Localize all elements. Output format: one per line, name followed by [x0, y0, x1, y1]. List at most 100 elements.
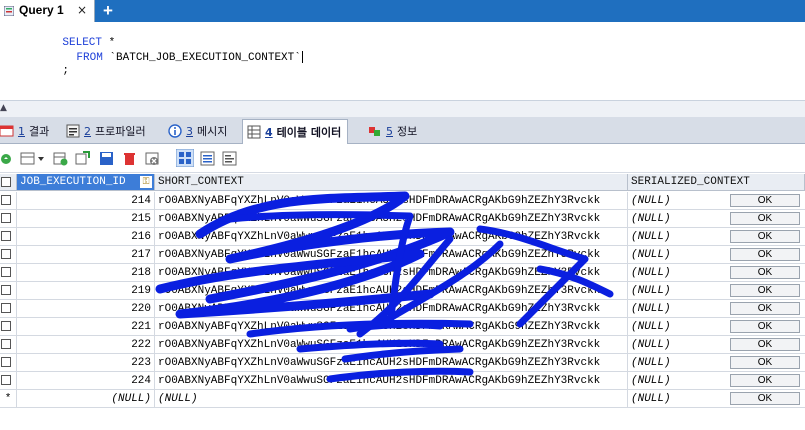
ok-button[interactable]: OK: [730, 266, 800, 279]
tab-query-1[interactable]: Query 1 ×: [0, 0, 95, 22]
close-tab-icon[interactable]: ×: [77, 3, 87, 17]
cell-serialized-context[interactable]: (NULL): [628, 354, 728, 372]
refresh-icon[interactable]: [0, 151, 15, 166]
row-checkbox-cell[interactable]: [0, 300, 17, 318]
duplicate-row-icon[interactable]: [75, 151, 90, 166]
cell-job-execution-id[interactable]: 222: [17, 336, 155, 354]
insert-row-icon[interactable]: [53, 151, 68, 166]
header-checkbox[interactable]: [1, 177, 11, 187]
ok-button[interactable]: OK: [730, 338, 800, 351]
cell-short-context[interactable]: rO0ABXNyABFqYXZhLnV0aWwuSGFzaE1hcAUH2sHD…: [155, 228, 628, 246]
cell-job-execution-id[interactable]: 215: [17, 210, 155, 228]
row-checkbox[interactable]: [1, 339, 11, 349]
cell-job-execution-id[interactable]: (NULL): [17, 390, 155, 408]
cell-short-context[interactable]: rO0ABXNyABFqYXZhLnV0aWwuSGFzaE1hcAUH2sHD…: [155, 264, 628, 282]
cell-short-context[interactable]: rO0ABXNyABFqYXZhLnV0aWwuSGFzaE1hcAUH2sHD…: [155, 192, 628, 210]
cell-short-context[interactable]: (NULL): [155, 390, 628, 408]
row-checkbox[interactable]: [1, 195, 11, 205]
cell-serialized-context[interactable]: (NULL): [628, 246, 728, 264]
row-checkbox[interactable]: [1, 357, 11, 367]
save-icon[interactable]: [99, 151, 114, 166]
tab-info[interactable]: 5 정보: [368, 120, 417, 142]
cell-serialized-context[interactable]: (NULL): [628, 318, 728, 336]
cell-short-context[interactable]: rO0ABXNyABFqYXZhLnV0aWwuSGFzaE1hcAUH2sHD…: [155, 336, 628, 354]
cell-serialized-context[interactable]: (NULL): [628, 300, 728, 318]
row-checkbox-cell[interactable]: [0, 318, 17, 336]
ok-button[interactable]: OK: [730, 320, 800, 333]
table-row[interactable]: 216 rO0ABXNyABFqYXZhLnV0aWwuSGFzaE1hcAUH2…: [0, 228, 805, 246]
table-row[interactable]: 223 rO0ABXNyABFqYXZhLnV0aWwuSGFzaE1hcAUH2…: [0, 354, 805, 372]
cell-job-execution-id[interactable]: 214: [17, 192, 155, 210]
row-checkbox[interactable]: [1, 303, 11, 313]
column-header-job-execution-id[interactable]: JOB_EXECUTION_ID ⚿: [17, 174, 155, 191]
cell-job-execution-id[interactable]: 218: [17, 264, 155, 282]
row-checkbox[interactable]: [1, 267, 11, 277]
table-row[interactable]: 217 rO0ABXNyABFqYXZhLnV0aWwuSGFzaE1hcAUH2…: [0, 246, 805, 264]
table-row[interactable]: 214 rO0ABXNyABFqYXZhLnV0aWwuSGFzaE1hcAUH2…: [0, 192, 805, 210]
ok-button[interactable]: OK: [730, 230, 800, 243]
row-checkbox-cell[interactable]: [0, 282, 17, 300]
tab-profiler[interactable]: 2 프로파일러: [66, 120, 146, 142]
sql-editor[interactable]: SELECT * FROM `BATCH_JOB_EXECUTION_CONTE…: [0, 22, 805, 100]
row-checkbox-cell[interactable]: [0, 264, 17, 282]
ok-button[interactable]: OK: [730, 212, 800, 225]
cell-serialized-context[interactable]: (NULL): [628, 390, 728, 408]
column-header-short-context[interactable]: SHORT_CONTEXT: [155, 174, 628, 191]
row-checkbox[interactable]: [1, 213, 11, 223]
row-checkbox[interactable]: [1, 375, 11, 385]
new-row[interactable]: * (NULL) (NULL) (NULL) OK: [0, 390, 805, 408]
cell-serialized-context[interactable]: (NULL): [628, 336, 728, 354]
add-query-tab-button[interactable]: +: [103, 1, 113, 21]
cell-short-context[interactable]: rO0ABXNyABFqYXZhLnV0aWwuSGFzaE1hcAUH2sHD…: [155, 318, 628, 336]
filter-dropdown-icon[interactable]: [20, 151, 46, 166]
cell-job-execution-id[interactable]: 224: [17, 372, 155, 390]
cell-short-context[interactable]: rO0ABXNyABFqYXZhLnV0aWwuSGFzaE1hcAUH2sHD…: [155, 246, 628, 264]
select-all-checkbox[interactable]: [0, 174, 17, 191]
cell-job-execution-id[interactable]: 217: [17, 246, 155, 264]
row-checkbox-cell[interactable]: [0, 354, 17, 372]
cell-short-context[interactable]: rO0ABXNyABFqYXZhLnV0aWwuSGFzaE1hcAUH2sHD…: [155, 372, 628, 390]
delete-icon[interactable]: [122, 151, 137, 166]
row-checkbox-cell[interactable]: [0, 192, 17, 210]
text-view-icon[interactable]: [222, 151, 237, 166]
row-checkbox[interactable]: [1, 249, 11, 259]
cell-job-execution-id[interactable]: 220: [17, 300, 155, 318]
cell-short-context[interactable]: rO0ABXNyABFqYXZhLnV0aWwuSGFzaE1hcAUH2sHD…: [155, 300, 628, 318]
row-checkbox[interactable]: [1, 285, 11, 295]
cell-job-execution-id[interactable]: 223: [17, 354, 155, 372]
grid-view-icon[interactable]: [176, 149, 194, 167]
cell-short-context[interactable]: rO0ABXNyABFqYXZhLnV0aWwuSGFzaE1hcAUH2sHD…: [155, 354, 628, 372]
row-checkbox-cell[interactable]: [0, 228, 17, 246]
cell-serialized-context[interactable]: (NULL): [628, 264, 728, 282]
collapse-arrow-icon[interactable]: ▲: [0, 103, 7, 113]
cancel-icon[interactable]: [145, 151, 160, 166]
ok-button[interactable]: OK: [730, 374, 800, 387]
table-row[interactable]: 222 rO0ABXNyABFqYXZhLnV0aWwuSGFzaE1hcAUH2…: [0, 336, 805, 354]
ok-button[interactable]: OK: [730, 194, 800, 207]
cell-short-context[interactable]: rO0ABXNyABFqYXZhLnV0aWwuSGFzaE1hcAUH2sHD…: [155, 210, 628, 228]
table-row[interactable]: 218 rO0ABXNyABFqYXZhLnV0aWwuSGFzaE1hcAUH2…: [0, 264, 805, 282]
table-row[interactable]: 224 rO0ABXNyABFqYXZhLnV0aWwuSGFzaE1hcAUH2…: [0, 372, 805, 390]
pane-splitter[interactable]: ▲: [0, 100, 805, 117]
ok-button[interactable]: OK: [730, 284, 800, 297]
table-row[interactable]: 219 rO0ABXNyABFqYXZhLnV0aWwuSGFzaE1hcAUH2…: [0, 282, 805, 300]
column-header-serialized-context[interactable]: SERIALIZED_CONTEXT: [628, 174, 805, 191]
cell-serialized-context[interactable]: (NULL): [628, 210, 728, 228]
tab-messages[interactable]: 3 메시지: [168, 120, 227, 142]
cell-serialized-context[interactable]: (NULL): [628, 192, 728, 210]
ok-button[interactable]: OK: [730, 302, 800, 315]
row-checkbox[interactable]: [1, 321, 11, 331]
ok-button[interactable]: OK: [730, 356, 800, 369]
row-checkbox-cell[interactable]: [0, 246, 17, 264]
ok-button[interactable]: OK: [730, 392, 800, 405]
cell-serialized-context[interactable]: (NULL): [628, 228, 728, 246]
cell-serialized-context[interactable]: (NULL): [628, 282, 728, 300]
table-row[interactable]: 221 rO0ABXNyABFqYXZhLnV0aWwuSGFzaE1hcAUH2…: [0, 318, 805, 336]
row-checkbox[interactable]: [1, 231, 11, 241]
table-row[interactable]: 220 rO0ABXNyABFqYXZhLnV0aWwuSGFzaE1hcAUH2…: [0, 300, 805, 318]
cell-serialized-context[interactable]: (NULL): [628, 372, 728, 390]
row-checkbox-cell[interactable]: [0, 372, 17, 390]
tab-table-data[interactable]: 4 테이블 데이터: [242, 119, 349, 144]
row-checkbox-cell[interactable]: [0, 210, 17, 228]
form-view-icon[interactable]: [200, 151, 215, 166]
